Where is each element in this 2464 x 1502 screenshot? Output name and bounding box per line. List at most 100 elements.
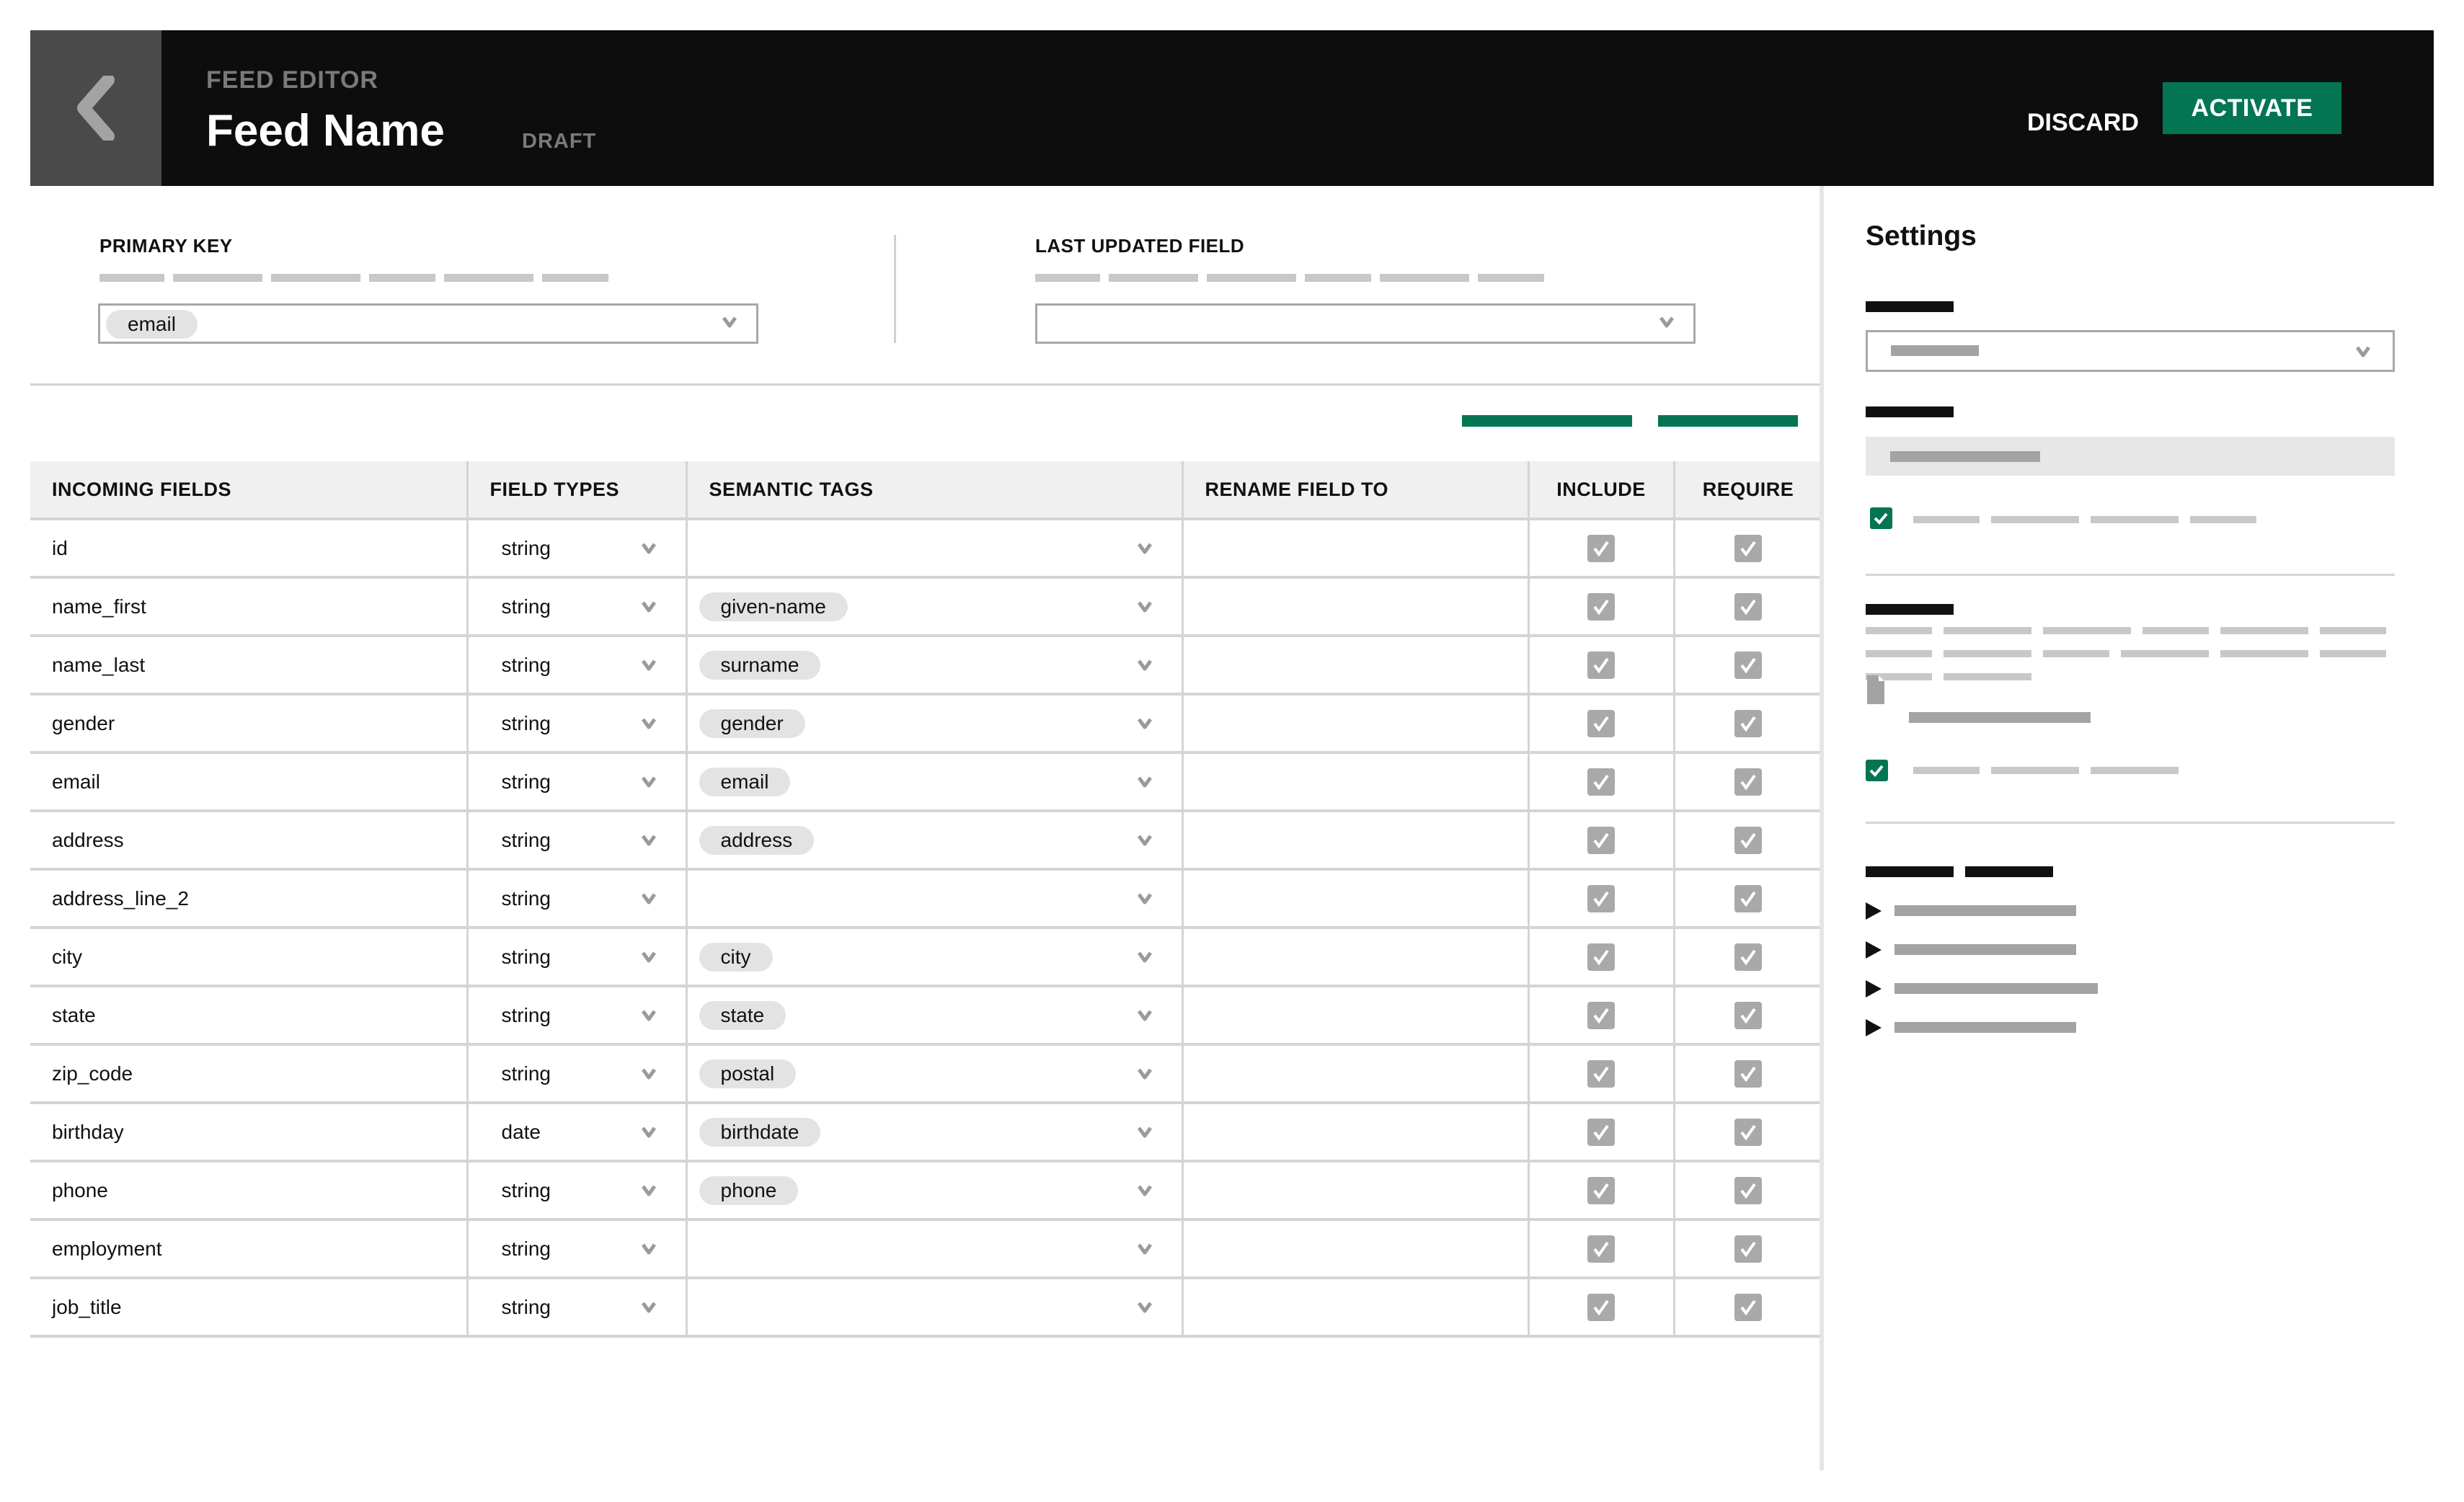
collapsible-item-label-placeholder[interactable] — [1894, 1022, 2076, 1033]
require-checkbox[interactable] — [1734, 1293, 1762, 1321]
field-type-value: string — [501, 536, 551, 559]
semantic-tags-select[interactable] — [686, 519, 1184, 579]
rename-field-input[interactable] — [1182, 752, 1530, 812]
last-updated-field-select[interactable] — [1035, 303, 1696, 344]
include-checkbox[interactable] — [1587, 884, 1615, 912]
incoming-field-name: job_title — [30, 1278, 469, 1338]
rename-field-input[interactable] — [1182, 1219, 1530, 1279]
incoming-field-name: birthday — [30, 1103, 469, 1163]
field-type-select[interactable]: string — [467, 986, 688, 1046]
semantic-tags-select[interactable] — [686, 1278, 1184, 1338]
require-checkbox[interactable] — [1734, 943, 1762, 971]
rename-field-input[interactable] — [1182, 811, 1530, 871]
semantic-tags-select[interactable]: state — [686, 986, 1184, 1046]
semantic-tags-select[interactable]: postal — [686, 1044, 1184, 1104]
semantic-tags-select[interactable]: email — [686, 752, 1184, 812]
require-checkbox[interactable] — [1734, 1176, 1762, 1204]
include-checkbox[interactable] — [1587, 943, 1615, 971]
field-type-select[interactable]: string — [467, 928, 688, 987]
include-checkbox[interactable] — [1587, 1176, 1615, 1204]
file-name-placeholder[interactable] — [1909, 712, 2091, 723]
app-header: FEED EDITOR Feed Name DRAFT DISCARD ACTI… — [30, 30, 2434, 186]
field-type-select[interactable]: string — [467, 519, 688, 579]
expand-triangle-icon[interactable] — [1866, 902, 1882, 920]
primary-key-select[interactable]: email — [98, 303, 758, 344]
table-action-button-2[interactable] — [1658, 415, 1798, 427]
expand-triangle-icon[interactable] — [1866, 1019, 1882, 1036]
require-checkbox[interactable] — [1734, 884, 1762, 912]
rename-field-input[interactable] — [1182, 636, 1530, 696]
rename-field-input[interactable] — [1182, 519, 1530, 579]
include-cell — [1528, 577, 1675, 637]
semantic-tags-select[interactable] — [686, 869, 1184, 929]
field-type-select[interactable]: string — [467, 752, 688, 812]
back-button[interactable] — [30, 30, 161, 186]
semantic-tags-select[interactable]: surname — [686, 636, 1184, 696]
field-type-select[interactable]: string — [467, 636, 688, 696]
semantic-tags-select[interactable]: given-name — [686, 577, 1184, 637]
rename-field-input[interactable] — [1182, 577, 1530, 637]
field-type-select[interactable]: string — [467, 811, 688, 871]
include-checkbox[interactable] — [1587, 592, 1615, 621]
include-checkbox[interactable] — [1587, 1059, 1615, 1088]
discard-button[interactable]: DISCARD — [2027, 97, 2139, 148]
field-type-select[interactable]: string — [467, 1219, 688, 1279]
rename-field-input[interactable] — [1182, 1278, 1530, 1338]
rename-field-input[interactable] — [1182, 928, 1530, 987]
rename-field-input[interactable] — [1182, 1103, 1530, 1163]
rename-field-input[interactable] — [1182, 1044, 1530, 1104]
require-checkbox[interactable] — [1734, 1235, 1762, 1263]
semantic-tags-select[interactable]: address — [686, 811, 1184, 871]
settings-text-input[interactable] — [1866, 437, 2395, 476]
field-type-select[interactable]: string — [467, 577, 688, 637]
semantic-tags-select[interactable]: gender — [686, 694, 1184, 754]
include-checkbox[interactable] — [1587, 826, 1615, 854]
require-checkbox[interactable] — [1734, 1118, 1762, 1146]
include-checkbox[interactable] — [1587, 709, 1615, 737]
field-type-select[interactable]: string — [467, 1278, 688, 1338]
semantic-tags-select[interactable]: birthdate — [686, 1103, 1184, 1163]
field-type-select[interactable]: string — [467, 1161, 688, 1221]
expand-triangle-icon[interactable] — [1866, 980, 1882, 997]
require-checkbox[interactable] — [1734, 592, 1762, 621]
expand-triangle-icon[interactable] — [1866, 941, 1882, 959]
include-checkbox[interactable] — [1587, 651, 1615, 679]
include-checkbox[interactable] — [1587, 534, 1615, 562]
collapsible-item-label-placeholder[interactable] — [1894, 944, 2076, 955]
settings-select[interactable] — [1866, 330, 2395, 372]
rename-field-input[interactable] — [1182, 986, 1530, 1046]
require-checkbox[interactable] — [1734, 768, 1762, 796]
require-checkbox[interactable] — [1734, 1001, 1762, 1029]
incoming-field-name: address_line_2 — [30, 869, 469, 929]
require-checkbox[interactable] — [1734, 1059, 1762, 1088]
rename-field-input[interactable] — [1182, 1161, 1530, 1221]
semantic-tags-select[interactable]: city — [686, 928, 1184, 987]
activate-button[interactable]: ACTIVATE — [2163, 82, 2341, 134]
semantic-tags-select[interactable]: phone — [686, 1161, 1184, 1221]
table-action-button-1[interactable] — [1462, 415, 1632, 427]
require-checkbox[interactable] — [1734, 651, 1762, 679]
require-checkbox[interactable] — [1734, 534, 1762, 562]
collapsible-item-label-placeholder[interactable] — [1894, 905, 2076, 916]
table-row: city string city — [30, 928, 1824, 987]
include-checkbox[interactable] — [1587, 1235, 1615, 1263]
include-checkbox[interactable] — [1587, 1293, 1615, 1321]
include-checkbox[interactable] — [1587, 1001, 1615, 1029]
settings-checkbox-1[interactable] — [1870, 507, 1892, 529]
table-row: address_line_2 string — [30, 869, 1824, 929]
checkmark-icon — [1593, 1008, 1609, 1023]
field-type-select[interactable]: string — [467, 869, 688, 929]
field-type-select[interactable]: date — [467, 1103, 688, 1163]
require-checkbox[interactable] — [1734, 709, 1762, 737]
require-checkbox[interactable] — [1734, 826, 1762, 854]
field-type-select[interactable]: string — [467, 1044, 688, 1104]
semantic-tags-select[interactable] — [686, 1219, 1184, 1279]
include-checkbox[interactable] — [1587, 1118, 1615, 1146]
settings-checkbox-2[interactable] — [1866, 760, 1888, 781]
semantic-tag-chip: email — [699, 767, 791, 796]
rename-field-input[interactable] — [1182, 869, 1530, 929]
collapsible-item-label-placeholder[interactable] — [1894, 983, 2098, 994]
include-checkbox[interactable] — [1587, 768, 1615, 796]
rename-field-input[interactable] — [1182, 694, 1530, 754]
field-type-select[interactable]: string — [467, 694, 688, 754]
